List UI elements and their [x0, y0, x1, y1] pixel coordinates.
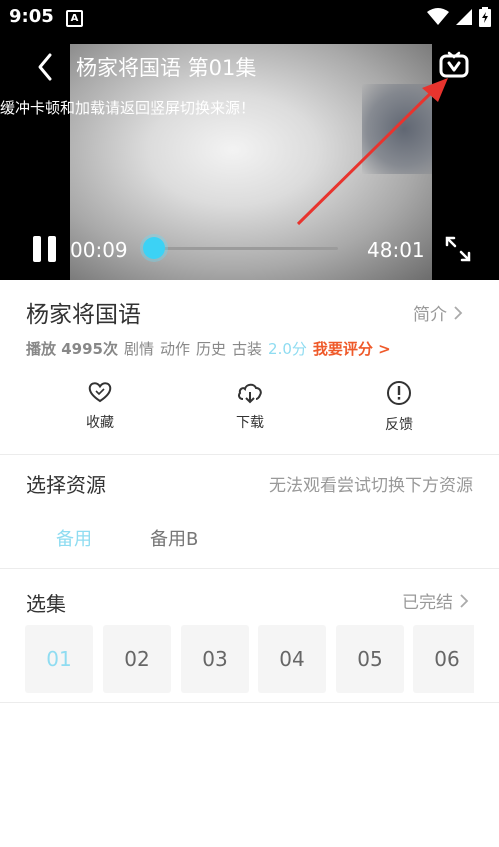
status-bar: 9:05 A	[0, 0, 499, 34]
video-player[interactable]: 杨家将国语 第01集 缓冲卡顿和加载请返回竖屏切换来源！ 00:09 48:01	[0, 34, 499, 280]
current-time: 00:09	[70, 238, 128, 262]
tag-item: 历史	[196, 340, 227, 358]
episode-status-label: 已完结	[402, 593, 453, 613]
favorite-label: 收藏	[86, 415, 114, 431]
episode-item[interactable]: 05	[336, 625, 404, 693]
fullscreen-icon[interactable]	[443, 234, 473, 264]
episode-item[interactable]: 02	[103, 625, 171, 693]
pause-icon[interactable]	[30, 234, 60, 264]
show-meta: 播放 4995次 剧情 动作 历史 古装 2.0分 我要评分 >	[26, 338, 391, 359]
chevron-right-icon: >	[378, 340, 391, 358]
heart-icon	[88, 382, 112, 403]
status-icons	[427, 7, 491, 27]
divider	[0, 568, 499, 569]
feedback-label: 反馈	[385, 417, 413, 433]
intro-label: 简介	[413, 305, 447, 325]
chevron-right-icon	[454, 305, 463, 320]
episode-item[interactable]: 01	[25, 625, 93, 693]
intro-link[interactable]: 简介	[413, 300, 463, 325]
annotation-arrow-icon	[296, 78, 448, 226]
episode-title: 选集	[26, 592, 66, 616]
feedback-button[interactable]: 反馈	[359, 380, 439, 434]
wifi-icon	[427, 8, 449, 25]
episode-item[interactable]: 06	[413, 625, 474, 693]
status-time: 9:05	[9, 6, 54, 27]
play-count: 播放 4995次	[26, 340, 118, 358]
notification-icon: A	[66, 10, 83, 27]
source-tab-backup-b[interactable]: 备用B	[150, 525, 198, 551]
buffer-tip: 缓冲卡顿和加载请返回竖屏切换来源！	[0, 99, 256, 117]
progress-bar[interactable]	[152, 247, 338, 250]
download-label: 下载	[236, 415, 264, 431]
episode-status[interactable]: 已完结	[402, 588, 469, 613]
rate-label: 我要评分	[312, 340, 373, 358]
divider	[0, 454, 499, 455]
source-tab-backup[interactable]: 备用	[56, 525, 92, 551]
score: 2.0分	[268, 340, 307, 358]
total-time: 48:01	[367, 238, 425, 262]
signal-icon	[456, 9, 472, 25]
tag-item: 动作	[160, 340, 191, 358]
cloud-download-icon	[238, 383, 262, 404]
episode-item[interactable]: 03	[181, 625, 249, 693]
show-title: 杨家将国语	[26, 302, 141, 328]
back-icon[interactable]	[32, 50, 60, 84]
rate-button[interactable]: 我要评分 >	[313, 338, 391, 359]
favorite-button[interactable]: 收藏	[60, 380, 140, 432]
battery-icon	[479, 7, 491, 27]
episode-list: 01 02 03 04 05 06	[25, 625, 474, 693]
tag-item: 古装	[232, 340, 263, 358]
source-title: 选择资源	[26, 473, 106, 497]
divider	[0, 702, 499, 703]
alert-icon	[387, 381, 411, 405]
episode-item[interactable]: 04	[258, 625, 326, 693]
download-button[interactable]: 下载	[210, 380, 290, 432]
progress-knob[interactable]	[143, 237, 165, 259]
source-hint: 无法观看尝试切换下方资源	[269, 476, 473, 496]
chevron-right-icon	[460, 593, 469, 608]
video-title: 杨家将国语 第01集	[76, 56, 257, 80]
tag-item: 剧情	[123, 340, 154, 358]
action-bar: 收藏 下载 反馈	[0, 380, 499, 450]
